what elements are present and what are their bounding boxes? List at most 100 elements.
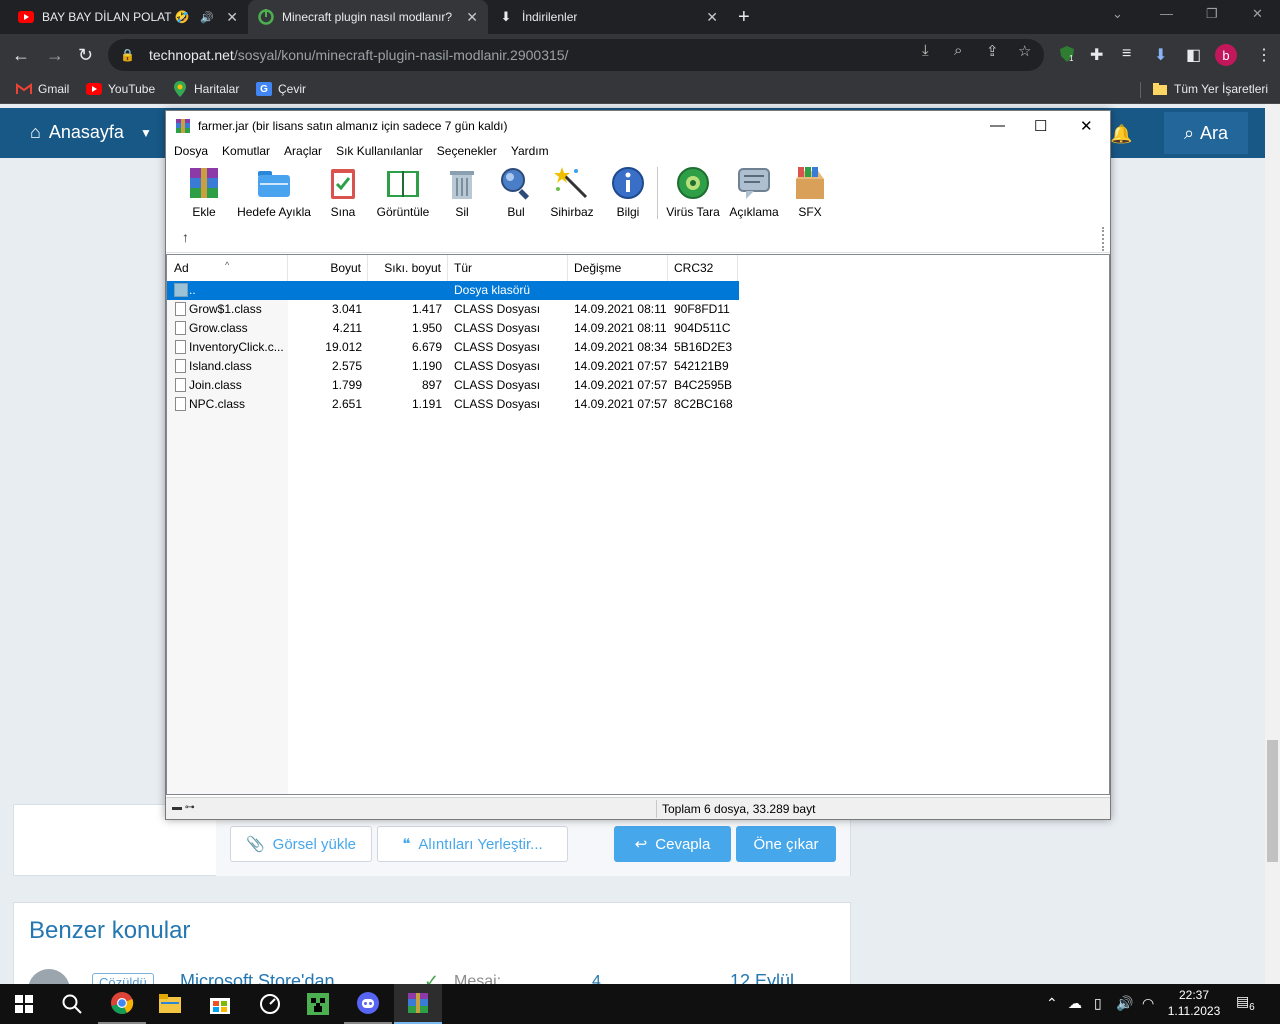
bell-icon[interactable]: 🔔 [1110,124,1132,145]
back-icon[interactable]: ← [12,45,30,66]
tool-find-button[interactable]: Bul [498,165,534,219]
address-bar[interactable]: 🔒 technopat.net /sosyal/konu/minecraft-p… [108,39,1044,71]
tab-youtube[interactable]: BAY BAY DİLAN POLAT 🤣 - 🔊 ✕ [8,0,248,34]
restore-icon[interactable]: ❐ [1206,6,1218,22]
tab-technopat[interactable]: Minecraft plugin nasıl modlanır? ✕ [248,0,488,34]
minimize-icon[interactable]: — [1160,6,1173,21]
reading-list-icon[interactable]: ≡ [1122,45,1131,63]
close-window-icon[interactable]: ✕ [1252,6,1263,22]
close-icon[interactable]: ✕ [226,9,238,26]
column-header-type[interactable]: Tür [448,255,568,281]
menu-kebab-icon[interactable]: ⋮ [1256,45,1272,65]
tab-search-icon[interactable]: ⌄ [1112,6,1123,22]
taskbar-speedtest[interactable] [246,984,294,1024]
power-icon[interactable]: ▯ [1094,995,1102,1012]
minimize-icon[interactable]: — [990,117,1005,134]
tool-view-button[interactable]: Görüntüle [374,165,432,219]
menu-komutlar[interactable]: Komutlar [222,141,270,161]
profile-avatar[interactable]: b [1215,44,1237,66]
insert-quotes-button[interactable]: ❝ Alıntıları Yerleştir... [377,826,568,862]
wifi-icon[interactable]: ◠ [1142,995,1154,1012]
taskbar-chrome[interactable] [98,984,146,1024]
adblock-shield-icon[interactable]: 1 [1058,45,1076,68]
tool-delete-button[interactable]: Sil [446,165,478,219]
bookmark-youtube[interactable]: YouTube [86,82,155,96]
winrar-toolbar: Ekle Hedefe Ayıkla Sına Görüntüle Sil Bu… [166,161,1110,223]
winrar-window: farmer.jar (bir lisans satın almanız içi… [165,110,1111,820]
file-row[interactable]: Grow.class 4.211 1.950 CLASS Dosyası 14.… [167,319,739,338]
search-link[interactable]: ⌕ Ara [1164,112,1248,154]
onedrive-cloud-icon[interactable]: ☁ [1068,995,1082,1012]
notification-center[interactable]: ▤ 6 [1236,993,1259,1013]
tool-extract-button[interactable]: Hedefe Ayıkla [236,165,312,219]
upload-image-button[interactable]: 📎 Görsel yükle [230,826,372,862]
start-button[interactable] [0,984,48,1024]
file-row[interactable]: Island.class 2.575 1.190 CLASS Dosyası 1… [167,357,739,376]
file-row[interactable]: NPC.class 2.651 1.191 CLASS Dosyası 14.0… [167,395,739,414]
up-arrow-icon[interactable]: ↑ [182,229,189,245]
close-icon[interactable]: ✕ [706,9,718,26]
column-header-modified[interactable]: Değişme [568,255,668,281]
taskbar-store[interactable] [196,984,244,1024]
all-bookmarks-folder[interactable]: Tüm Yer İşaretleri [1152,82,1268,96]
close-icon[interactable]: ✕ [1080,117,1093,135]
column-header-name[interactable]: ^ Ad [167,255,288,281]
tool-sfx-button[interactable]: SFX [790,165,830,219]
tray-chevron-up-icon[interactable]: ⌃ [1046,995,1058,1012]
file-row[interactable]: Grow$1.class 3.041 1.417 CLASS Dosyası 1… [167,300,739,319]
tool-test-button[interactable]: Sına [326,165,360,219]
feature-button[interactable]: Öne çıkar [736,826,836,862]
menu-sik-kullanilanlar[interactable]: Sık Kullanılanlar [336,141,423,161]
column-header-packed[interactable]: Sıkı. boyut [368,255,448,281]
audio-icon[interactable]: 🔊 [200,11,214,24]
new-tab-button[interactable]: + [738,6,750,29]
tool-comment-button[interactable]: Açıklama [728,165,780,219]
share-icon[interactable]: ⇪ [986,42,999,60]
home-link[interactable]: ⌂ Anasayfa ▼ [30,122,152,143]
taskbar-search-button[interactable] [48,984,96,1024]
scrollbar-thumb[interactable] [1267,740,1278,862]
tool-info-button[interactable]: Bilgi [610,165,646,219]
file-row[interactable]: Join.class 1.799 897 CLASS Dosyası 14.09… [167,376,739,395]
downloads-icon[interactable]: ⬇ [1154,45,1167,65]
menu-yardim[interactable]: Yardım [511,141,549,161]
file-list[interactable]: ^ Ad Boyut Sıkı. boyut Tür Değişme CRC32… [166,254,1110,795]
column-header-size[interactable]: Boyut [288,255,368,281]
tab-downloads[interactable]: ⬇ İndirilenler ✕ [488,0,728,34]
toolbar-grip[interactable] [1102,227,1105,251]
menu-araclar[interactable]: Araçlar [284,141,322,161]
bookmark-gmail[interactable]: Gmail [16,82,69,96]
file-row[interactable]: InventoryClick.c... 19.012 6.679 CLASS D… [167,338,739,357]
tool-wizard-button[interactable]: Sihirbaz [550,165,594,219]
maximize-icon[interactable]: ☐ [1034,117,1047,135]
taskbar-winrar[interactable] [394,984,442,1024]
volume-icon[interactable]: 🔊 [1116,995,1133,1012]
tool-add-button[interactable]: Ekle [184,165,224,219]
column-header-crc32[interactable]: CRC32 [668,255,738,281]
file-name: .. [189,283,196,297]
install-app-icon[interactable]: ⤓ [922,42,929,59]
bookmark-translate[interactable]: G Çevir [256,82,306,96]
taskbar-file-explorer[interactable] [146,984,194,1024]
taskbar-minecraft[interactable] [294,984,342,1024]
bookmark-maps[interactable]: Haritalar [172,81,239,97]
window-title: farmer.jar (bir lisans satın almanız içi… [198,119,508,133]
file-size: 2.575 [331,359,362,373]
add-archive-icon [190,168,218,198]
gmail-icon [16,82,32,96]
tool-virus-scan-button[interactable]: Virüs Tara [666,165,720,219]
forward-icon[interactable]: → [46,45,64,66]
menu-dosya[interactable]: Dosya [174,141,208,161]
reply-button[interactable]: ↩ Cevapla [614,826,731,862]
winrar-title-bar[interactable]: farmer.jar (bir lisans satın almanız içi… [166,111,1110,141]
zoom-icon[interactable]: ⌕ [954,42,962,59]
side-panel-icon[interactable]: ◧ [1186,45,1201,65]
taskbar-clock[interactable]: 22:37 1.11.2023 [1162,987,1226,1019]
menu-secenekler[interactable]: Seçenekler [437,141,497,161]
file-row-parent[interactable]: .. Dosya klasörü [167,281,739,300]
close-icon[interactable]: ✕ [466,9,478,26]
taskbar-discord[interactable] [344,984,392,1024]
bookmark-star-icon[interactable]: ☆ [1018,42,1031,60]
extensions-puzzle-icon[interactable]: ✚ [1090,45,1103,65]
reload-icon[interactable]: ↻ [78,45,93,66]
